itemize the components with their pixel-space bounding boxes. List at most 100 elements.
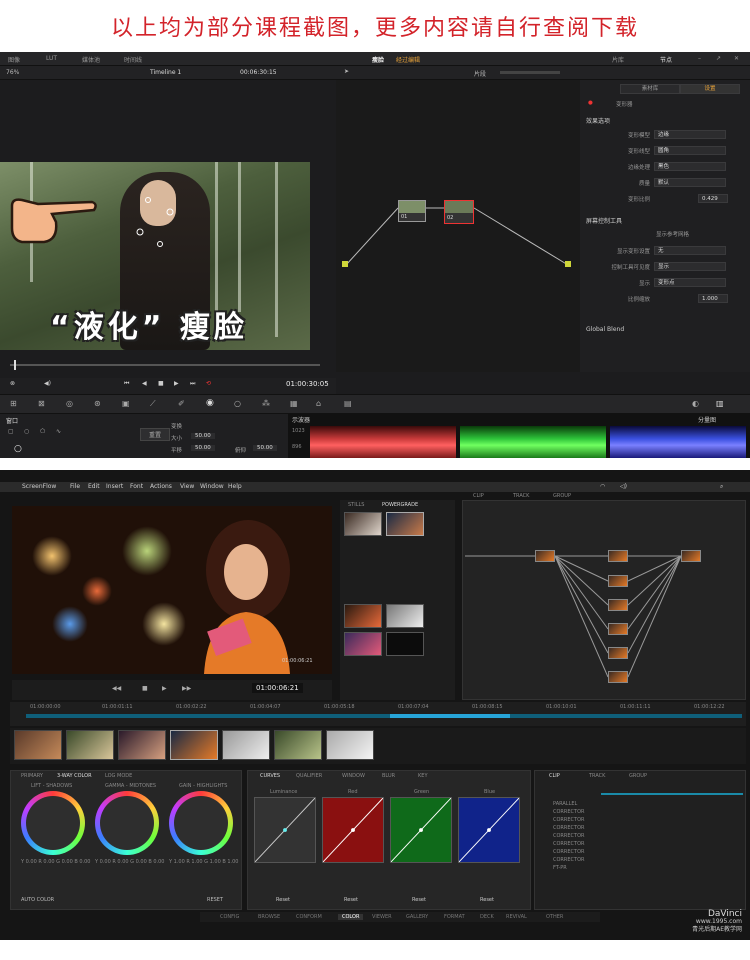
page-tab[interactable]: CONFORM [296, 914, 322, 920]
video-viewer[interactable]: “液化” 瘦脸 [0, 162, 310, 350]
clip-thumbnail[interactable] [118, 730, 166, 760]
menu-window[interactable]: Window [200, 483, 224, 490]
grid-checkbox-label[interactable]: 显示参考网格 [656, 230, 689, 238]
volume-icon[interactable]: ◀) [44, 380, 51, 387]
section-screen-controls[interactable]: 屏幕控制工具 [586, 216, 622, 225]
tilt-input[interactable]: 50.00 [253, 445, 277, 451]
reset-button[interactable]: RESET [207, 897, 223, 903]
zoom-select[interactable]: 76% [6, 69, 19, 76]
node-01[interactable]: 01 [398, 200, 426, 222]
rgb-mixer-icon[interactable]: ⊛ [94, 399, 101, 408]
timeline-name[interactable]: Timeline 1 [150, 69, 181, 76]
node-corrector[interactable] [608, 550, 628, 562]
tab-media-pool[interactable]: 媒体池 [82, 55, 100, 64]
node-source[interactable] [535, 550, 555, 562]
still-thumbnail[interactable] [386, 604, 424, 628]
luma-curve-editor[interactable] [254, 797, 316, 863]
page-tab[interactable]: DECK [480, 914, 494, 920]
tab-library[interactable]: 素材库 [620, 84, 680, 94]
clip-thumbnail[interactable] [326, 730, 374, 760]
wheels-icon[interactable]: ◎ [66, 399, 73, 408]
clip-thumbnail[interactable] [222, 730, 270, 760]
reset-blue-button[interactable]: Reset [480, 897, 494, 903]
inspector-row[interactable]: 显示变形设置无 [588, 246, 742, 256]
play-icon[interactable]: ▶ [174, 380, 179, 387]
pan-input[interactable]: 50.00 [191, 445, 215, 451]
red-curve-editor[interactable] [322, 797, 384, 863]
inspector-row[interactable]: 变形模型 边缘 [588, 130, 742, 140]
motion-icon[interactable]: ▣ [122, 399, 130, 408]
clip-thumbnail[interactable] [66, 730, 114, 760]
stop-icon[interactable]: ■ [142, 685, 148, 692]
node-02[interactable]: 02 [444, 200, 474, 224]
blur-icon[interactable]: ▦ [290, 399, 298, 408]
node-list-item[interactable]: FT-PR [553, 865, 567, 871]
gamma-color-wheel[interactable] [95, 791, 159, 855]
scopes-icon[interactable]: ▥ [716, 399, 724, 408]
stop-icon[interactable]: ■ [158, 380, 164, 387]
magic-mask-icon[interactable]: ⁂ [262, 399, 270, 408]
menu-actions[interactable]: Actions [150, 483, 172, 490]
node-graph[interactable]: 01 02 [336, 80, 580, 372]
clip-thumbnail[interactable] [170, 730, 218, 760]
section-effect-options[interactable]: 效果选项 [586, 116, 610, 125]
polygon-window-icon[interactable]: ⬠ [40, 428, 45, 435]
inspector-row[interactable]: 变形线型 圆角 [588, 146, 742, 156]
timeline-ruler[interactable]: 01:00:00:00 01:00:01:11 01:00:02:22 01:0… [10, 702, 746, 726]
curve-window-icon[interactable]: ∿ [56, 428, 61, 435]
clip-mode-select[interactable]: 片段 [474, 69, 486, 78]
enable-dot-icon[interactable]: ● [588, 100, 593, 106]
tab-nodes[interactable]: 节点 [660, 55, 672, 64]
menu-edit[interactable]: Edit [88, 483, 100, 490]
warp-points[interactable] [120, 192, 190, 252]
menu-file[interactable]: File [70, 483, 80, 490]
scope-mode-select[interactable]: 分量图 [698, 415, 716, 424]
tab-log[interactable]: LOG MODE [105, 773, 132, 779]
spotlight-icon[interactable]: ⌕ [720, 483, 723, 491]
still-thumbnail[interactable] [386, 632, 424, 656]
node-corrector[interactable] [608, 623, 628, 635]
tab-lut[interactable]: LUT [46, 55, 57, 62]
pointer-icon[interactable]: ➤ [344, 68, 349, 75]
node-list-item[interactable]: CORRECTOR [553, 817, 585, 823]
key-icon[interactable]: ⌂ [316, 399, 321, 408]
auto-color-button[interactable]: AUTO COLOR [21, 897, 54, 903]
tab-primary[interactable]: PRIMARY [21, 773, 43, 779]
step-back-icon[interactable]: ◀ [142, 380, 147, 387]
minimize-icon[interactable]: – [698, 55, 701, 62]
tab-curves[interactable]: CURVES [260, 773, 280, 779]
node-corrector[interactable] [608, 575, 628, 587]
circle-window-icon[interactable]: ○ [24, 428, 29, 435]
tracker-icon[interactable]: ○ [234, 399, 241, 408]
page-tab[interactable]: CONFIG [220, 914, 239, 920]
curves-icon[interactable]: ⟋ [150, 399, 156, 409]
inspector-row[interactable]: 质量 默认 [588, 178, 742, 188]
node-list-item[interactable]: CORRECTOR [553, 809, 585, 815]
node-parallel[interactable] [681, 550, 701, 562]
eye-icon[interactable]: ◐ [692, 399, 699, 408]
maximize-icon[interactable]: ↗ [716, 55, 721, 62]
node-corrector[interactable] [608, 671, 628, 683]
timeline-track[interactable] [26, 714, 742, 718]
green-curve-editor[interactable] [390, 797, 452, 863]
color-match-icon[interactable]: ⊠ [38, 399, 45, 408]
menu-insert[interactable]: Insert [106, 483, 123, 490]
skip-end-icon[interactable]: ⏭ [190, 380, 195, 388]
tab-powergrade[interactable]: POWERGRADE [382, 502, 418, 508]
inspector-row[interactable]: 变形比例 0.429 [588, 194, 742, 204]
inspector-row[interactable]: 显示 变形点 [588, 278, 742, 288]
size-input[interactable]: 50.00 [191, 433, 215, 439]
node-list-item[interactable]: CORRECTOR [553, 841, 585, 847]
gain-color-wheel[interactable] [169, 791, 233, 855]
loop-icon[interactable]: ⊗ [10, 380, 15, 387]
page-tab[interactable]: REVIVAL [506, 914, 527, 920]
clip-thumbnail[interactable] [274, 730, 322, 760]
page-tab-active[interactable]: COLOR [338, 914, 364, 920]
inspector-row[interactable]: 边缘处理 黑色 [588, 162, 742, 172]
scrubber-bar[interactable] [10, 364, 320, 366]
forward-icon[interactable]: ▶▶ [182, 685, 191, 692]
node-list-item[interactable]: CORRECTOR [553, 833, 585, 839]
lift-color-wheel[interactable] [21, 791, 85, 855]
section-global-blend[interactable]: Global Blend [586, 326, 624, 333]
tab-clip[interactable]: CLIP [549, 773, 560, 779]
